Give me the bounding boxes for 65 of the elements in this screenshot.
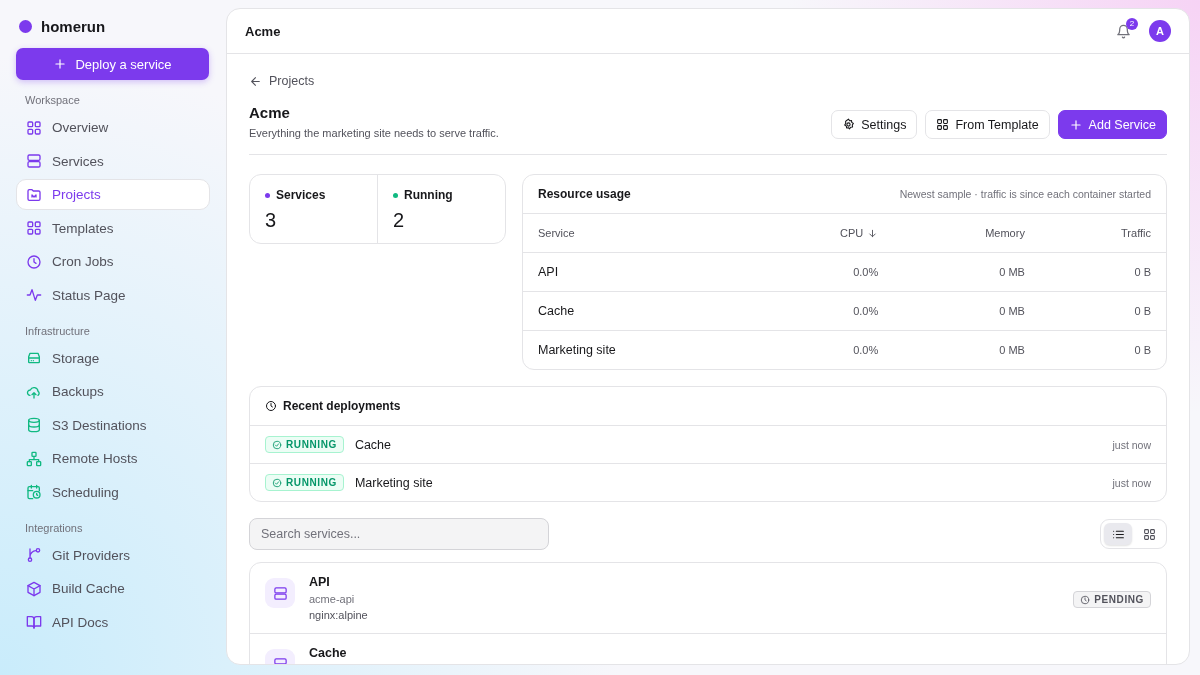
- nav-item[interactable]: Services: [16, 145, 210, 177]
- nav-item[interactable]: Build Cache: [16, 573, 210, 604]
- table-cell: 0 MB: [999, 305, 1025, 317]
- user-avatar[interactable]: A: [1149, 20, 1171, 42]
- brand-name: homerun: [41, 18, 106, 35]
- stat-label: Services: [276, 188, 326, 202]
- nav-item[interactable]: Scheduling: [16, 476, 210, 508]
- nav-item[interactable]: Cron Jobs: [16, 246, 210, 277]
- deployment-time: just now: [1112, 476, 1151, 489]
- status-badge: PENDING: [1073, 591, 1151, 608]
- service-row[interactable]: Cache: [250, 634, 1166, 664]
- nav-item[interactable]: Git Providers: [16, 539, 210, 571]
- add-service-button[interactable]: Add Service: [1057, 110, 1167, 139]
- column-header[interactable]: Service: [538, 227, 575, 239]
- nav-item[interactable]: Storage: [16, 342, 210, 374]
- nav-item[interactable]: Overview: [16, 112, 210, 143]
- service-row[interactable]: API acme-api nginx:alpine PENDING: [250, 563, 1166, 634]
- deployment-name: Marketing site: [354, 475, 434, 490]
- stat-value: 2: [393, 209, 406, 232]
- stat-value: 3: [265, 209, 278, 232]
- service-name: Cache: [309, 646, 348, 660]
- service-name: API: [309, 575, 331, 589]
- stat-label: Running: [404, 188, 453, 202]
- project-description: Everything the marketing site needs to serve traffic.: [249, 127, 499, 139]
- deployment-name: Cache: [354, 437, 392, 452]
- card-title: Recent deployments: [283, 399, 401, 413]
- table-cell: 0 B: [1134, 305, 1151, 317]
- status-badge: RUNNING: [265, 474, 344, 491]
- table-cell: API: [538, 265, 559, 279]
- card-note: Newest sample · traffic is since each container started: [899, 188, 1151, 200]
- column-header[interactable]: Memory: [985, 227, 1025, 239]
- service-image: nginx:alpine: [309, 609, 369, 621]
- nav-item[interactable]: Projects: [16, 179, 210, 210]
- deployment-time: just now: [1112, 438, 1151, 451]
- settings-button[interactable]: Settings: [831, 110, 918, 139]
- table-cell: 0 MB: [999, 344, 1025, 356]
- table-cell: 0 B: [1134, 344, 1151, 356]
- nav-item[interactable]: API Docs: [16, 606, 210, 638]
- column-header[interactable]: Traffic: [1121, 227, 1151, 239]
- search-field[interactable]: Search services...: [249, 518, 549, 550]
- table-cell: 0 MB: [999, 266, 1025, 278]
- notification-count: 2: [1126, 17, 1138, 30]
- deploy-button[interactable]: Deploy a service: [16, 48, 209, 80]
- table-cell: 0.0%: [853, 266, 879, 278]
- table-cell: 0.0%: [853, 305, 879, 317]
- column-header[interactable]: CPU: [840, 227, 879, 239]
- nav-item[interactable]: S3 Destinations: [16, 409, 210, 441]
- table-cell: 0.0%: [853, 344, 879, 356]
- nav-item[interactable]: Status Page: [16, 279, 210, 311]
- service-slug: acme-api: [309, 593, 356, 605]
- section-title: Infrastructure: [25, 324, 91, 337]
- template-button[interactable]: From Template: [925, 110, 1050, 139]
- project-title: Acme: [249, 104, 291, 121]
- table-cell: Cache: [538, 304, 575, 318]
- nav-item[interactable]: Backups: [16, 376, 210, 407]
- section-title: Workspace: [25, 94, 81, 106]
- section-title: Integrations: [25, 521, 84, 534]
- status-badge: RUNNING: [265, 436, 344, 453]
- nav-item[interactable]: Templates: [16, 212, 210, 244]
- back-link[interactable]: Projects: [249, 74, 1167, 88]
- table-cell: 0 B: [1134, 266, 1151, 278]
- nav-item[interactable]: Remote Hosts: [16, 443, 210, 474]
- page-title: Acme: [245, 23, 282, 39]
- table-cell: Marketing site: [538, 343, 616, 357]
- card-title: Resource usage: [538, 187, 631, 201]
